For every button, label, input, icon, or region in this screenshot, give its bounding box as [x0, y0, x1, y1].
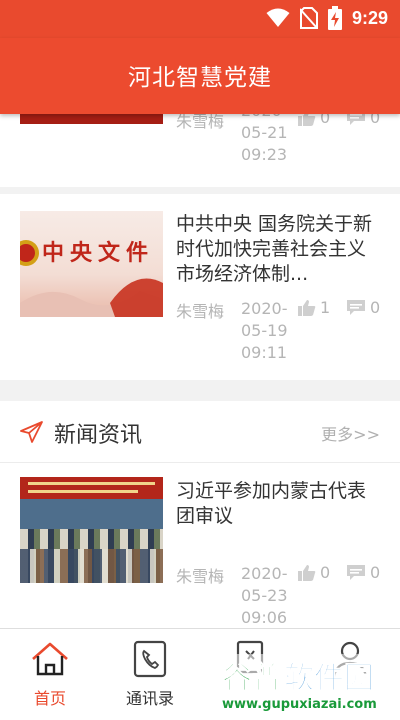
news-date: 2020- 05-23 09:06 — [241, 564, 288, 627]
tab-label: 通讯录 — [125, 689, 174, 708]
like-count-value: 0 — [320, 563, 331, 582]
article-thumbnail — [20, 114, 163, 124]
article-thumbnail: 中央文件 — [20, 211, 163, 317]
news-thumbnail — [20, 477, 163, 583]
thumbnail-caption: 中央文件 — [42, 240, 155, 266]
comment-count[interactable]: 0 — [346, 298, 380, 317]
no-sim-icon — [299, 7, 318, 29]
tab-home[interactable]: 首页 — [0, 629, 100, 720]
article-author: 朱雪梅 — [176, 302, 225, 321]
list-item[interactable]: 中央文件 中共中央 国务院关于新时代加快完善社会主义市场经济体制... 朱雪梅 … — [0, 194, 400, 380]
news-title[interactable]: 习近平参加内蒙古代表团审议 — [176, 479, 381, 529]
news-section-header: 新闻资讯 更多>> — [0, 401, 400, 463]
mountain-graphic — [20, 278, 163, 317]
article-author: 朱雪梅 — [176, 114, 225, 131]
article-title[interactable]: 中共中央 国务院关于新时代加快完善社会主义市场经济体制... — [176, 212, 381, 287]
comment-icon — [347, 564, 365, 580]
status-icons: 9:29 — [266, 6, 388, 30]
thumbs-up-icon — [298, 114, 316, 126]
more-link[interactable]: 更多>> — [321, 421, 380, 445]
paper-plane-icon — [20, 421, 43, 443]
status-time: 9:29 — [351, 7, 388, 28]
comment-count[interactable]: 0 — [346, 114, 380, 127]
like-count-value: 1 — [320, 298, 331, 317]
comment-count[interactable]: 0 — [346, 563, 380, 582]
phone-book-icon — [133, 640, 167, 678]
news-author: 朱雪梅 — [176, 567, 225, 586]
comment-icon — [347, 299, 365, 315]
like-count[interactable]: 1 — [298, 298, 330, 317]
status-bar: 9:29 — [0, 0, 400, 38]
section-title: 新闻资讯 — [54, 423, 143, 448]
list-item[interactable]: 朱雪梅 2020- 05-21 09:23 0 0 — [0, 114, 400, 187]
article-date: 2020- 05-21 09:23 — [241, 114, 288, 164]
app-header: 河北智慧党建 — [0, 38, 400, 114]
thumbs-up-icon — [298, 299, 316, 316]
article-date: 2020- 05-19 09:11 — [241, 299, 288, 362]
site-watermark-logo: 谷普 软件园 www.gupuxiazai.com — [218, 654, 396, 714]
like-count-value: 0 — [320, 114, 331, 127]
home-icon — [32, 642, 68, 676]
comment-count-value: 0 — [370, 563, 381, 582]
like-count[interactable]: 0 — [298, 114, 330, 127]
page-title: 河北智慧党建 — [128, 65, 272, 91]
comment-count-value: 0 — [370, 298, 381, 317]
svg-text:www.gupuxiazai.com: www.gupuxiazai.com — [222, 697, 377, 712]
tab-contacts[interactable]: 通讯录 — [100, 629, 200, 720]
list-item[interactable]: 习近平参加内蒙古代表团审议 朱雪梅 2020- 05-23 09:06 0 0 — [0, 463, 400, 628]
party-emblem-icon — [20, 240, 39, 266]
tab-label: 首页 — [33, 689, 66, 708]
comment-icon — [347, 114, 365, 125]
wifi-icon — [266, 8, 290, 27]
comment-count-value: 0 — [370, 114, 381, 127]
svg-text:软件园: 软件园 — [284, 661, 374, 696]
thumbs-up-icon — [298, 564, 316, 581]
like-count[interactable]: 0 — [298, 563, 330, 582]
content-scroll[interactable]: 朱雪梅 2020- 05-21 09:23 0 0 中央文件 中共中央 国务院关… — [0, 114, 400, 628]
battery-charging-icon — [327, 6, 342, 30]
svg-text:谷普: 谷普 — [222, 661, 282, 696]
